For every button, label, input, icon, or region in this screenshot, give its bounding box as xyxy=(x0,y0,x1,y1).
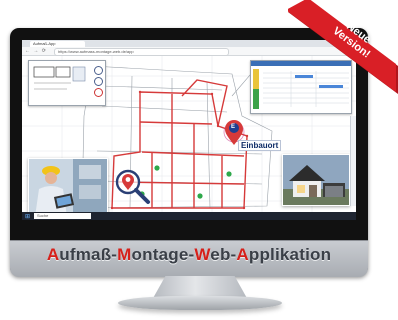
tagline-part: ontage- xyxy=(131,245,195,264)
app-tagline: Aufmaß-Montage-Web-Applikation xyxy=(10,245,368,265)
tagline-part: ufmaß- xyxy=(59,245,118,264)
mini-plan-icon xyxy=(33,66,86,90)
url-field[interactable]: https://www.aufmass-montage-web.de/app xyxy=(54,48,229,56)
nav-arrows-icon[interactable]: ← → ⟳ xyxy=(25,48,47,54)
control-button-3[interactable] xyxy=(94,88,103,97)
monitor-base xyxy=(118,296,282,310)
einbauort-label: Einbauort xyxy=(238,140,282,151)
house-photo xyxy=(282,154,350,206)
tagline-part: eb- xyxy=(210,245,237,264)
tagline-part: pplikation xyxy=(248,245,332,264)
windows-taskbar: ⊞ Suche xyxy=(22,212,356,220)
tagline-part: W xyxy=(194,245,211,264)
control-panel xyxy=(28,60,106,106)
pin-letter: E xyxy=(231,124,236,130)
tagline-part: M xyxy=(117,245,132,264)
control-button-1[interactable] xyxy=(94,66,103,75)
tagline-part: A xyxy=(46,245,60,264)
windows-start-icon[interactable]: ⊞ xyxy=(25,213,30,220)
magnifier-icon xyxy=(115,169,150,204)
taskbar-search[interactable]: Suche xyxy=(34,213,91,219)
worker-photo xyxy=(28,158,108,218)
right-toolbar xyxy=(350,116,356,206)
tagline-part: A xyxy=(236,245,249,264)
control-button-2[interactable] xyxy=(94,77,103,86)
